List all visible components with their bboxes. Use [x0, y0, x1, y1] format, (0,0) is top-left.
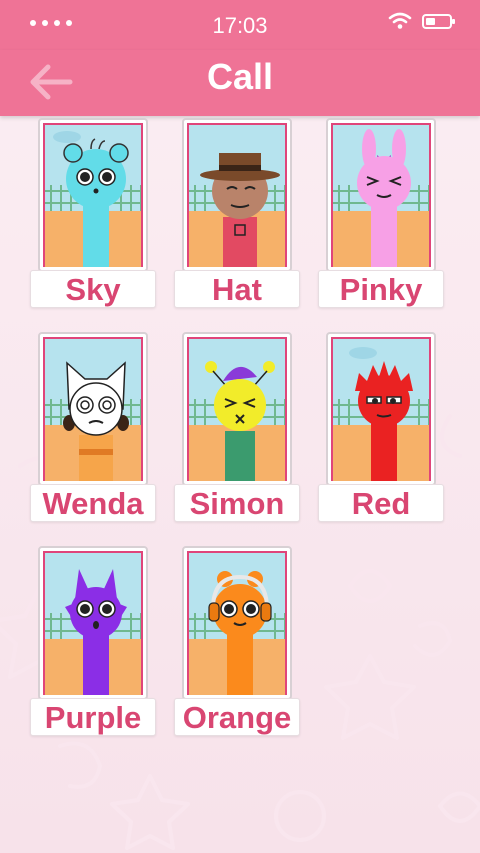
- character-card-purple[interactable]: Purple: [30, 546, 156, 742]
- sky-character-image: [45, 125, 141, 267]
- character-label: Pinky: [318, 270, 444, 308]
- character-label: Red: [318, 484, 444, 522]
- orange-character-image: [189, 553, 285, 695]
- character-card-wenda[interactable]: Wenda: [30, 332, 156, 528]
- hat-character-image: [189, 125, 285, 267]
- character-card-pinky[interactable]: Pinky: [318, 118, 444, 314]
- character-label: Wenda: [30, 484, 156, 522]
- page-title: Call: [206, 56, 274, 97]
- character-label: Purple: [30, 698, 156, 736]
- character-card-orange[interactable]: Orange: [174, 546, 300, 742]
- red-character-image: [333, 339, 429, 481]
- status-bar: 17:03: [0, 0, 480, 50]
- character-card-simon[interactable]: Simon: [174, 332, 300, 528]
- character-label: Hat: [174, 270, 300, 308]
- wenda-character-image: [45, 339, 141, 481]
- character-card-red[interactable]: Red: [318, 332, 444, 528]
- pinky-character-image: [333, 125, 429, 267]
- character-card-hat[interactable]: Hat: [174, 118, 300, 314]
- simon-character-image: [189, 339, 285, 481]
- app-header: Call: [0, 50, 480, 116]
- character-card-sky[interactable]: Sky: [30, 118, 156, 314]
- character-label: Orange: [174, 698, 300, 736]
- battery-low-icon: [422, 13, 455, 29]
- purple-character-image: [45, 553, 141, 695]
- character-label: Simon: [174, 484, 300, 522]
- character-label: Sky: [30, 270, 156, 308]
- wifi-icon: [388, 12, 412, 29]
